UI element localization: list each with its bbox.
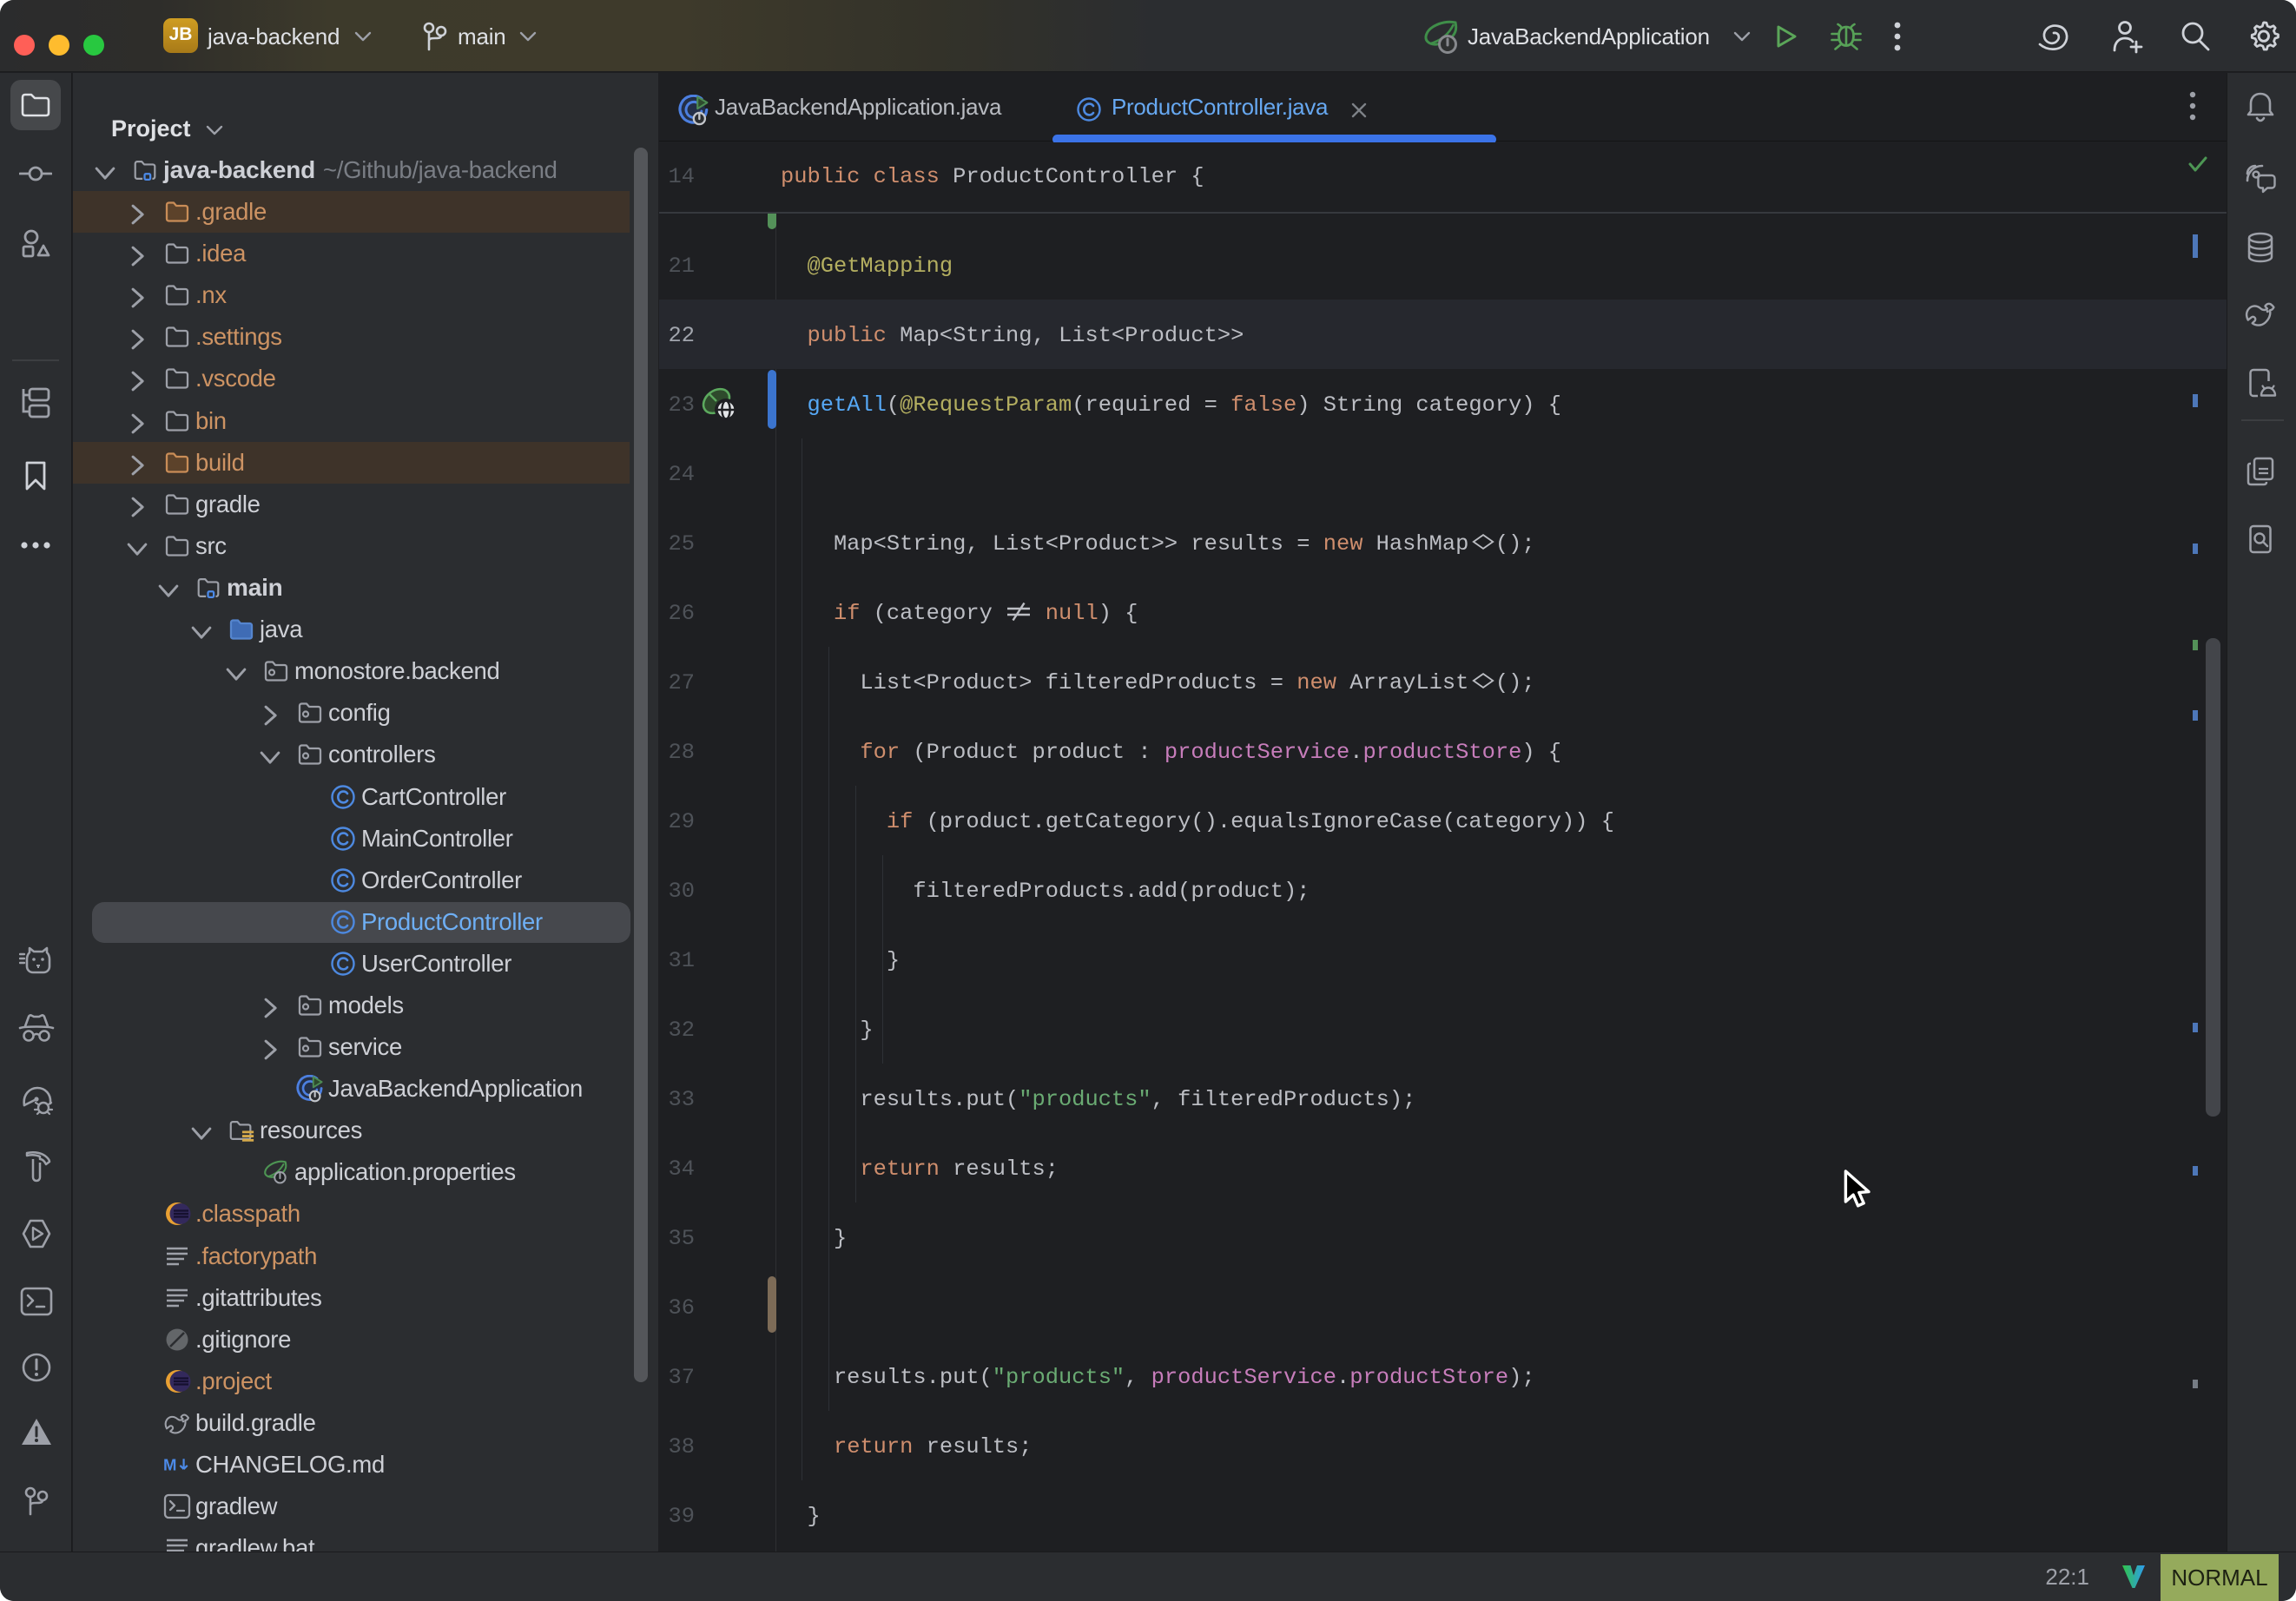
svg-text:M: M [163, 1456, 176, 1474]
